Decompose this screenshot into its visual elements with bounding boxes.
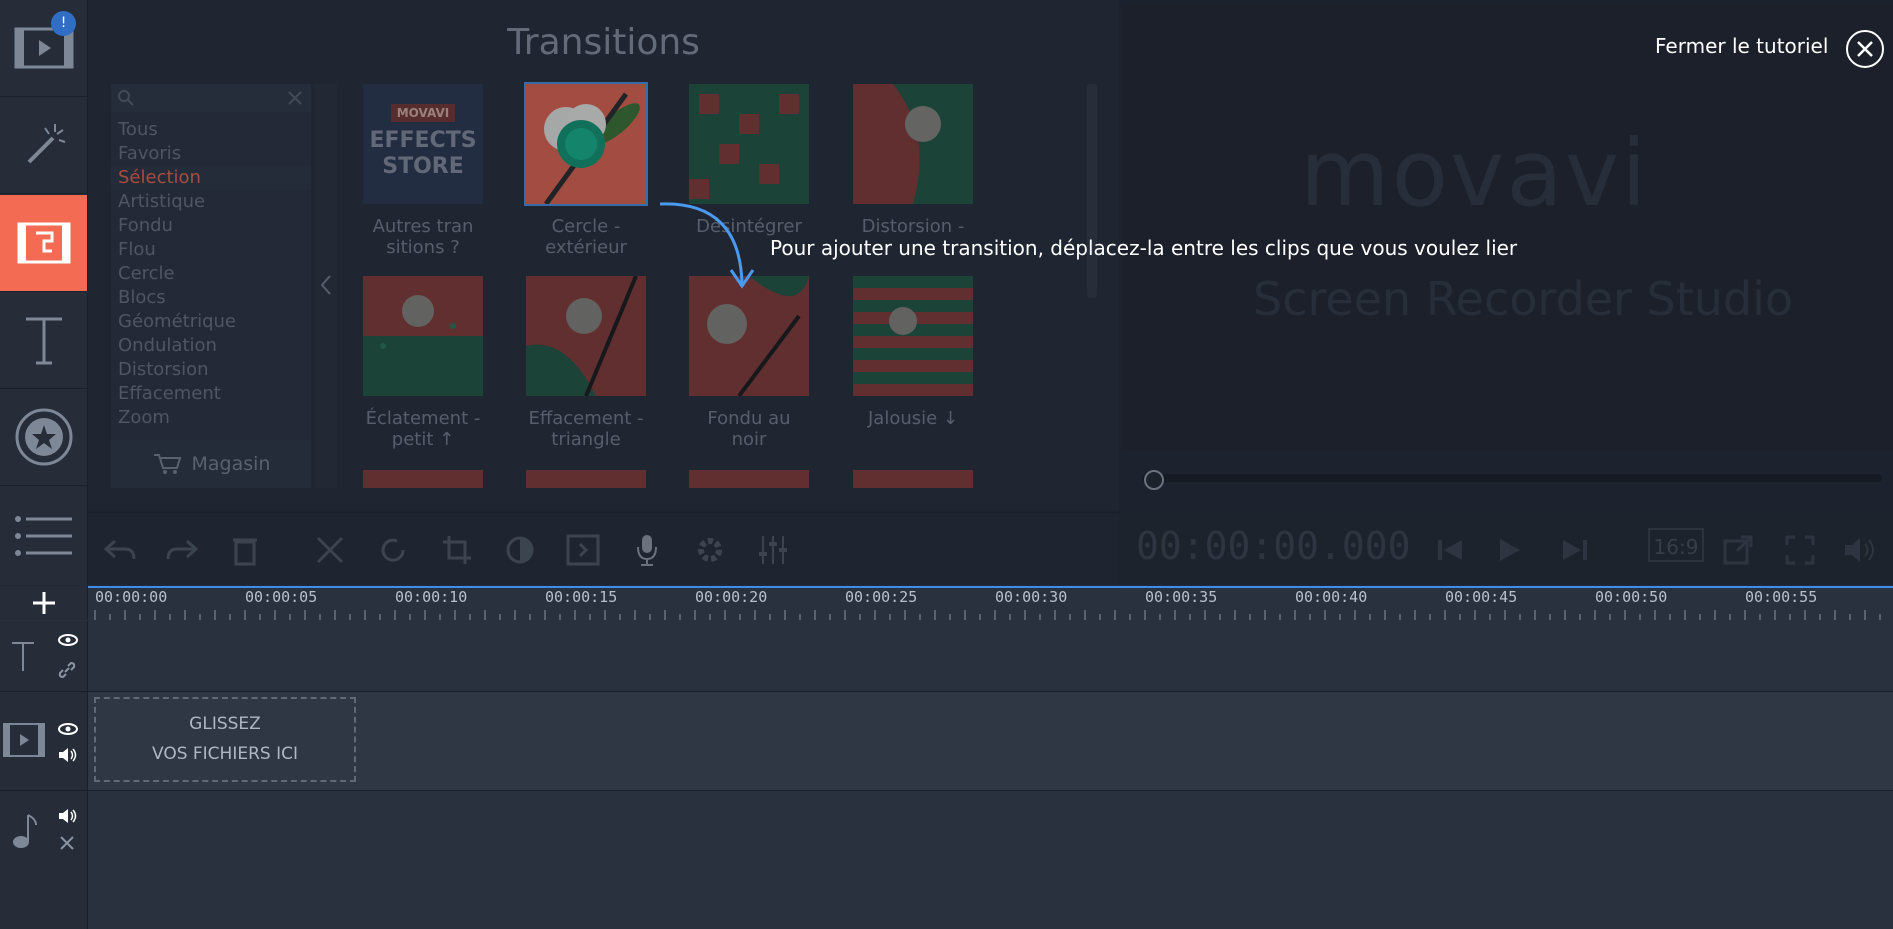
add-track-button[interactable] (0, 586, 88, 620)
transitions-button[interactable] (0, 195, 87, 292)
ruler-tick-label: 00:00:35 (1145, 588, 1218, 606)
ruler-tick-label: 00:00:30 (995, 588, 1068, 606)
tutorial-arrow (659, 202, 755, 289)
audio-track-controls (0, 791, 88, 929)
drop-zone[interactable]: GLISSEZ VOS FICHIERS ICI (94, 697, 356, 782)
ruler-tick-label: 00:00:55 (1745, 588, 1818, 606)
sticker-star-icon (15, 408, 72, 466)
more-tools-button[interactable] (0, 486, 87, 585)
ruler-tick-label: 00:00:05 (245, 588, 318, 606)
stickers-button[interactable] (0, 389, 87, 486)
drop-zone-line1: GLISSEZ (189, 714, 261, 734)
ruler-tick-label: 00:00:10 (395, 588, 468, 606)
ruler-tick-label: 00:00:50 (1595, 588, 1668, 606)
ruler-tick-label: 00:00:45 (1445, 588, 1518, 606)
ruler-ticks (94, 610, 1881, 620)
audio-track[interactable] (0, 791, 1893, 929)
text-icon (25, 317, 62, 365)
left-rail: ! (0, 0, 88, 585)
link-icon[interactable] (58, 661, 76, 679)
ruler-tick-label: 00:00:40 (1295, 588, 1368, 606)
tutorial-tip: Pour ajouter une transition, déplacez-la… (770, 236, 1518, 260)
transitions-icon (17, 222, 70, 264)
filters-button[interactable] (0, 97, 87, 194)
close-tutorial-button[interactable] (1846, 30, 1884, 68)
text-track-icon (12, 642, 34, 671)
music-note-icon (13, 814, 37, 848)
video-track-controls (0, 692, 88, 790)
eye-icon[interactable] (58, 722, 78, 736)
tutorial-overlay (88, 0, 1893, 585)
import-button[interactable]: ! (0, 0, 87, 97)
title-track-controls (0, 621, 88, 691)
titles-button[interactable] (0, 292, 87, 389)
eye-icon[interactable] (58, 633, 78, 647)
notification-badge: ! (51, 11, 76, 36)
ruler-tick-label: 00:00:15 (545, 588, 618, 606)
drop-zone-line2: VOS FICHIERS ICI (151, 744, 298, 764)
video-track-icon (3, 723, 45, 757)
ruler-tick-label: 00:00:00 (95, 588, 168, 606)
close-tutorial-label[interactable]: Fermer le tutoriel (1655, 34, 1828, 58)
unlink-icon[interactable] (58, 834, 76, 852)
speaker-icon[interactable] (58, 808, 78, 824)
list-icon (14, 515, 72, 556)
title-track[interactable] (0, 621, 1893, 692)
ruler-tick-label: 00:00:20 (695, 588, 768, 606)
close-icon (1857, 41, 1873, 57)
speaker-icon[interactable] (58, 747, 78, 763)
ruler-tick-label: 00:00:25 (845, 588, 918, 606)
plus-icon (32, 592, 55, 614)
magic-wand-icon (27, 124, 65, 164)
